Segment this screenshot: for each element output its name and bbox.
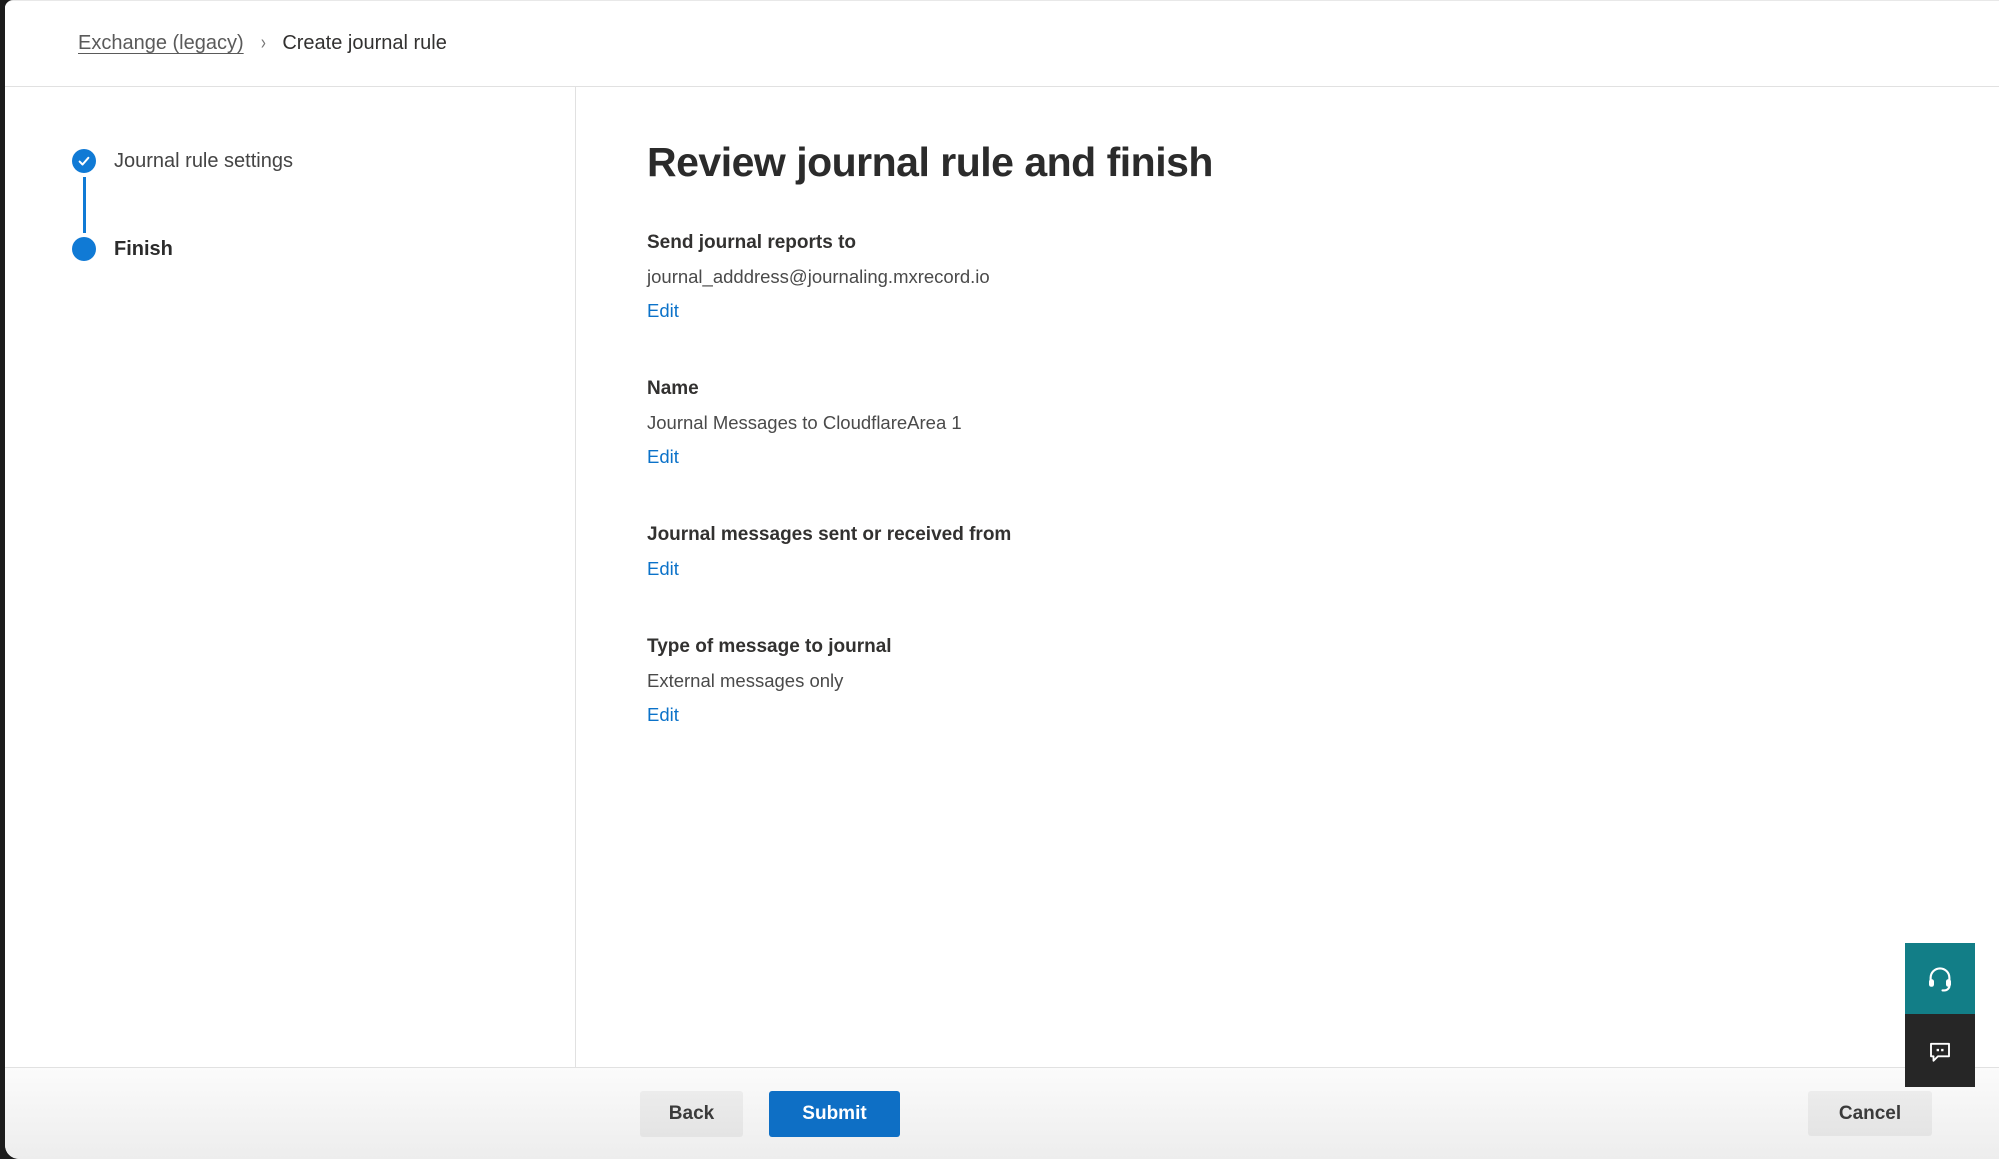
wizard-step-finish: Finish	[72, 237, 575, 261]
breadcrumb: Exchange (legacy) › Create journal rule	[78, 32, 447, 55]
action-bar: Back Submit Cancel	[5, 1067, 1999, 1159]
section-label: Name	[647, 372, 1959, 406]
wizard-step-label: Journal rule settings	[114, 150, 293, 173]
wizard-progress: Journal rule settings Finish	[72, 149, 575, 261]
step-connector-line	[83, 177, 86, 233]
review-section-journal-messages-from: Journal messages sent or received from E…	[647, 518, 1959, 586]
review-pane: Review journal rule and finish Send jour…	[576, 87, 1999, 1067]
review-section-send-journal-reports-to: Send journal reports to journal_adddress…	[647, 226, 1959, 328]
section-label: Type of message to journal	[647, 630, 1959, 664]
wizard-step-journal-rule-settings[interactable]: Journal rule settings	[72, 149, 575, 173]
section-label: Send journal reports to	[647, 226, 1959, 260]
help-button[interactable]	[1905, 943, 1975, 1014]
edit-journal-messages-link[interactable]: Edit	[647, 552, 679, 586]
breadcrumb-current-page: Create journal rule	[282, 32, 447, 55]
floating-help-stack	[1905, 943, 1975, 1087]
submit-button[interactable]: Submit	[769, 1091, 900, 1137]
top-bar: Exchange (legacy) › Create journal rule	[5, 1, 1999, 87]
back-button[interactable]: Back	[640, 1091, 743, 1137]
chat-icon	[1925, 1036, 1955, 1066]
feedback-button[interactable]	[1905, 1014, 1975, 1087]
edit-send-journal-reports-link[interactable]: Edit	[647, 294, 679, 328]
step-current-dot-icon	[72, 237, 96, 261]
cancel-button[interactable]: Cancel	[1808, 1091, 1932, 1136]
headset-icon	[1925, 964, 1955, 994]
edit-message-type-link[interactable]: Edit	[647, 698, 679, 732]
wizard-steps-panel: Journal rule settings Finish	[5, 87, 576, 1067]
section-value: External messages only	[647, 664, 1959, 698]
breadcrumb-exchange-legacy-link[interactable]: Exchange (legacy)	[78, 32, 244, 55]
content-row: Journal rule settings Finish Review jour…	[5, 87, 1999, 1067]
section-value: Journal Messages to CloudflareArea 1	[647, 406, 1959, 440]
edit-name-link[interactable]: Edit	[647, 440, 679, 474]
app-window: Exchange (legacy) › Create journal rule …	[5, 0, 1999, 1159]
wizard-step-label: Finish	[114, 238, 173, 261]
section-label: Journal messages sent or received from	[647, 518, 1959, 552]
step-completed-check-icon	[72, 149, 96, 173]
section-value: journal_adddress@journaling.mxrecord.io	[647, 260, 1959, 294]
review-section-message-type: Type of message to journal External mess…	[647, 630, 1959, 732]
chevron-right-icon: ›	[260, 32, 265, 55]
review-section-name: Name Journal Messages to CloudflareArea …	[647, 372, 1959, 474]
page-title: Review journal rule and finish	[647, 135, 1959, 190]
